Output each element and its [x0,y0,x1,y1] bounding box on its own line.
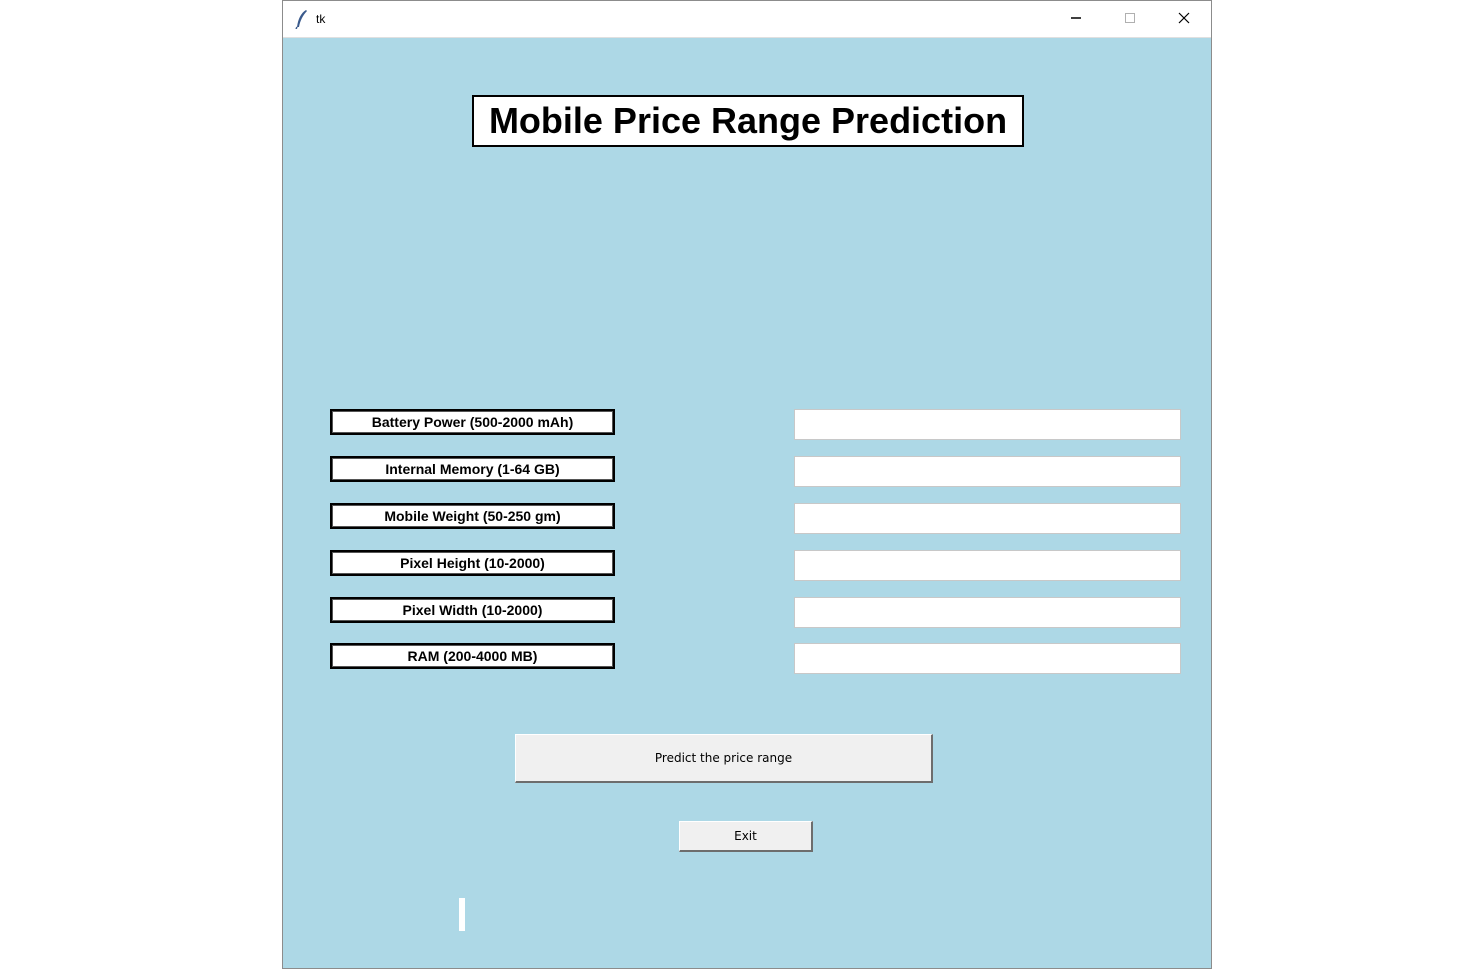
mobile-weight-input[interactable] [794,503,1181,534]
page-title: Mobile Price Range Prediction [472,95,1024,147]
ram-label: RAM (200-4000 MB) [330,643,615,669]
close-icon [1178,11,1190,27]
minimize-icon [1070,11,1082,27]
battery-power-input[interactable] [794,409,1181,440]
internal-memory-label: Internal Memory (1-64 GB) [330,456,615,482]
battery-power-label: Battery Power (500-2000 mAh) [330,409,615,435]
maximize-button[interactable] [1103,1,1157,37]
ram-input[interactable] [794,643,1181,674]
app-window: tk Mobile Price Range Prediction Battery… [282,0,1212,969]
pixel-height-input[interactable] [794,550,1181,581]
pixel-height-label: Pixel Height (10-2000) [330,550,615,576]
internal-memory-input[interactable] [794,456,1181,487]
mobile-weight-label: Mobile Weight (50-250 gm) [330,503,615,529]
close-button[interactable] [1157,1,1211,37]
pixel-width-input[interactable] [794,597,1181,628]
feather-icon [295,9,309,30]
maximize-icon [1124,11,1136,27]
title-bar[interactable]: tk [283,1,1211,38]
window-title: tk [316,12,326,26]
minimize-button[interactable] [1049,1,1103,37]
exit-button[interactable]: Exit [679,821,813,852]
result-label [459,898,465,931]
pixel-width-label: Pixel Width (10-2000) [330,597,615,623]
predict-button[interactable]: Predict the price range [515,734,933,783]
